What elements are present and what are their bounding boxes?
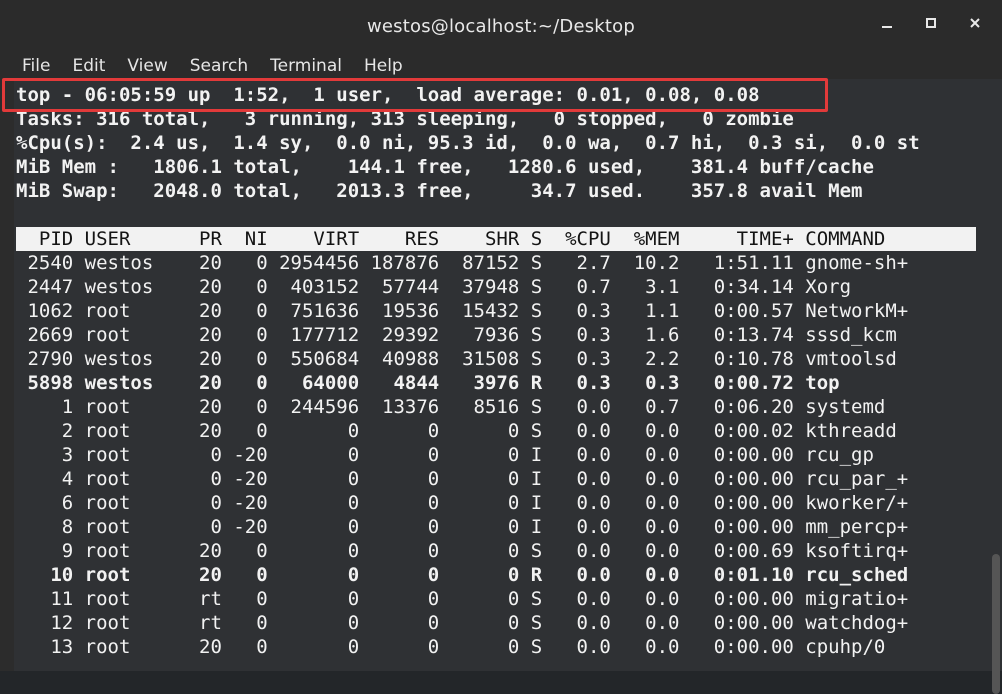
window-title: westos@localhost:~/Desktop [366,15,636,37]
close-icon[interactable] [966,14,984,32]
process-row: 6 root 0 -20 0 0 0 I 0.0 0.0 0:00.00 kwo… [16,492,909,514]
process-row: 2669 root 20 0 177712 29392 7936 S 0.3 1… [16,324,897,346]
process-row: 4 root 0 -20 0 0 0 I 0.0 0.0 0:00.00 rcu… [16,468,909,490]
menu-edit[interactable]: Edit [58,56,113,76]
process-row: 1062 root 20 0 751636 19536 15432 S 0.3 … [16,300,909,322]
process-row: 3 root 0 -20 0 0 0 I 0.0 0.0 0:00.00 rcu… [16,444,874,466]
process-row: 1 root 20 0 244596 13376 8516 S 0.0 0.7 … [16,396,886,418]
process-row: 13 root 20 0 0 0 0 S 0.0 0.0 0:00.00 cpu… [16,636,886,658]
window-controls [878,14,984,32]
menu-view[interactable]: View [113,56,175,76]
process-row: 2447 westos 20 0 403152 57744 37948 S 0.… [16,276,852,298]
highlight-box [2,78,828,112]
maximize-icon[interactable] [922,14,940,32]
process-row: 9 root 20 0 0 0 0 S 0.0 0.0 0:00.69 ksof… [16,540,909,562]
process-row: 10 root 20 0 0 0 0 R 0.0 0.0 0:01.10 rcu… [16,564,909,586]
process-row: 2790 westos 20 0 550684 40988 31508 S 0.… [16,348,897,370]
menu-file[interactable]: File [0,56,58,76]
scrollbar-thumb[interactable] [992,554,1000,694]
minimize-icon[interactable] [878,14,896,32]
process-row: 11 root rt 0 0 0 0 S 0.0 0.0 0:00.00 mig… [16,588,909,610]
process-row: 5898 westos 20 0 64000 4844 3976 R 0.3 0… [16,372,840,394]
process-table-header: PID USER PR NI VIRT RES SHR S %CPU %MEM … [16,227,976,251]
menu-bar: File Edit View Search Terminal Help [0,52,1002,79]
process-row: 2540 westos 20 0 2954456 187876 87152 S … [16,252,909,274]
cpu-line: %Cpu(s): 2.4 us, 1.4 sy, 0.0 ni, 95.3 id… [16,132,920,154]
menu-search[interactable]: Search [176,56,256,76]
scrollbar[interactable] [988,79,1002,694]
title-bar[interactable]: westos@localhost:~/Desktop [0,0,1002,52]
menu-terminal[interactable]: Terminal [256,56,350,76]
terminal-window: westos@localhost:~/Desktop File Edit Vie… [0,0,1002,694]
process-row: 2 root 20 0 0 0 0 S 0.0 0.0 0:00.02 kthr… [16,420,897,442]
process-row: 12 root rt 0 0 0 0 S 0.0 0.0 0:00.00 wat… [16,612,909,634]
swap-line: MiB Swap: 2048.0 total, 2013.3 free, 34.… [16,180,863,202]
mem-line: MiB Mem : 1806.1 total, 144.1 free, 1280… [16,156,874,178]
menu-help[interactable]: Help [350,56,411,76]
terminal-output[interactable]: top - 06:05:59 up 1:52, 1 user, load ave… [14,79,988,671]
process-row: 8 root 0 -20 0 0 0 I 0.0 0.0 0:00.00 mm_… [16,516,909,538]
